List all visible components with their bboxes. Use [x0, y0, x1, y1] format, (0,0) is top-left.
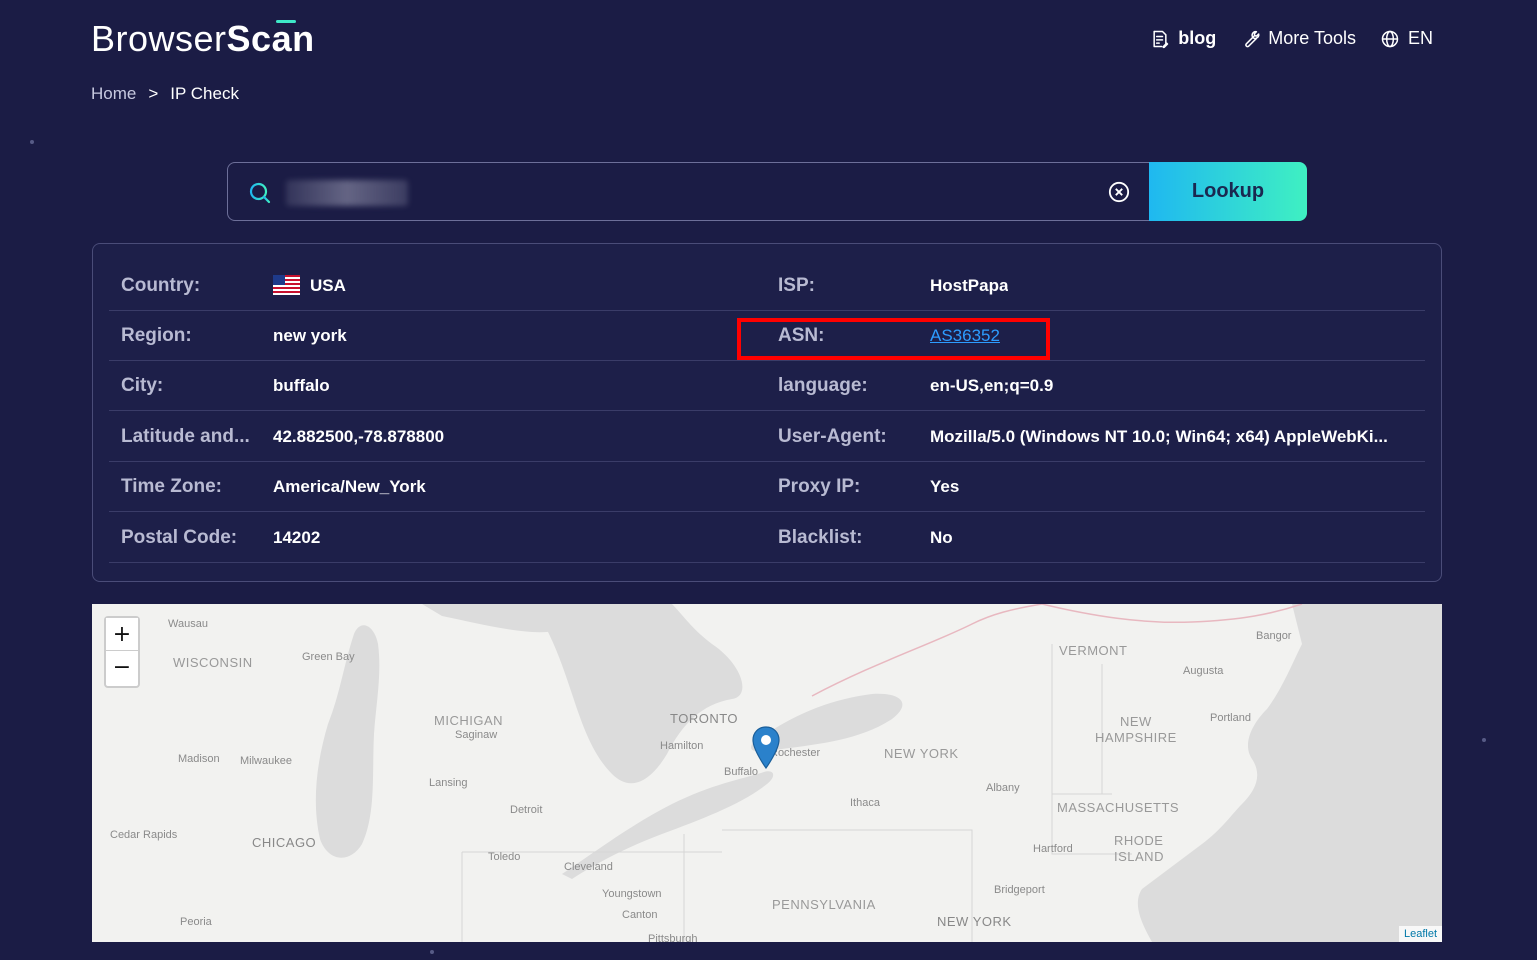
asn-link[interactable]: AS36352: [930, 326, 1000, 345]
map-attribution[interactable]: Leaflet: [1398, 926, 1442, 942]
info-row-3: City: buffalo language: en-US,en;q=0.9: [109, 361, 1425, 411]
latlon-value: 42.882500,-78.878800: [273, 427, 445, 446]
country-label: Country:: [121, 275, 201, 296]
user-agent-value: Mozilla/5.0 (Windows NT 10.0; Win64; x64…: [930, 427, 1388, 446]
region-label: Region:: [121, 325, 192, 346]
blacklist-value: No: [930, 528, 953, 547]
country-text: USA: [310, 276, 346, 295]
info-row-2: Region: new york ASN: AS36352: [109, 311, 1425, 361]
region-value: new york: [273, 326, 347, 345]
ip-search-box: [227, 162, 1151, 221]
nav-language-label: EN: [1407, 28, 1433, 48]
map-label: Portland: [1210, 712, 1251, 724]
language-value: en-US,en;q=0.9: [930, 376, 1054, 395]
map-label: Bridgeport: [994, 884, 1045, 896]
timezone-label: Time Zone:: [121, 476, 222, 497]
map-label: Canton: [622, 909, 658, 921]
map-base-layer: [315, 604, 1442, 942]
isp-label: ISP:: [778, 275, 815, 296]
ip-search-input[interactable]: [284, 175, 1144, 209]
globe-icon: [1381, 30, 1399, 47]
map-label: Toledo: [488, 851, 521, 863]
proxy-ip-value: Yes: [930, 477, 960, 496]
nav-language[interactable]: EN: [1380, 28, 1433, 49]
map-label: Cedar Rapids: [110, 829, 178, 841]
map-label: Saginaw: [455, 729, 498, 741]
timezone-value: America/New_York: [273, 477, 426, 496]
breadcrumb-home[interactable]: Home: [91, 84, 136, 104]
map-label: VERMONT: [1059, 643, 1128, 658]
zoom-control: + −: [104, 616, 140, 688]
breadcrumb-current: IP Check: [170, 84, 239, 103]
zoom-out-button[interactable]: −: [106, 651, 138, 684]
user-agent-label: User-Agent:: [778, 426, 887, 447]
map-label: Wausau: [168, 618, 208, 630]
map-label: HAMPSHIRE: [1095, 730, 1177, 745]
nav-blog[interactable]: blog: [1150, 28, 1216, 49]
info-row-4: Latitude and... 42.882500,-78.878800 Use…: [109, 412, 1425, 462]
proxy-ip-label: Proxy IP:: [778, 476, 861, 497]
map-label: MICHIGAN: [434, 713, 503, 728]
info-row-1: Country: USA ISP: HostPapa: [109, 261, 1425, 311]
ip-info-panel: Country: USA ISP: HostPapa Region: new y…: [92, 243, 1442, 582]
zoom-in-button[interactable]: +: [106, 618, 138, 651]
postal-code-value: 14202: [273, 528, 321, 547]
postal-code-label: Postal Code:: [121, 527, 238, 548]
map-label: Detroit: [510, 804, 543, 816]
logo-text-browser: Browser: [91, 18, 227, 59]
nav-more-tools[interactable]: More Tools: [1240, 28, 1356, 49]
lookup-button[interactable]: Lookup: [1149, 162, 1307, 221]
map-label: ISLAND: [1114, 849, 1164, 864]
map-label: Madison: [178, 753, 220, 765]
redacted-ip-value: [286, 180, 408, 206]
map-label: CHICAGO: [252, 835, 317, 850]
map-label: Bangor: [1256, 630, 1292, 642]
map-label: TORONTO: [670, 711, 739, 726]
map-label: Hartford: [1033, 843, 1073, 855]
info-row-6: Postal Code: 14202 Blacklist: No: [109, 513, 1425, 563]
isp-value: HostPapa: [930, 276, 1009, 295]
city-value: buffalo: [273, 376, 330, 395]
search-icon: [249, 182, 271, 204]
map-label: WISCONSIN: [173, 655, 253, 670]
city-label: City:: [121, 375, 164, 396]
map-label: NEW: [1120, 714, 1152, 729]
map-label: Augusta: [1183, 665, 1224, 677]
nav-more-tools-label: More Tools: [1268, 28, 1356, 48]
map-label: Albany: [986, 782, 1020, 794]
clear-icon[interactable]: [1108, 181, 1130, 203]
map-label: Peoria: [180, 916, 212, 928]
map-label: PENNSYLVANIA: [772, 897, 876, 912]
map-pin-icon[interactable]: [752, 726, 780, 770]
map-label: Pittsburgh: [648, 933, 698, 942]
map-label: Hamilton: [660, 740, 704, 752]
blacklist-label: Blacklist:: [778, 527, 863, 548]
map-label: NEW YORK: [937, 914, 1012, 929]
country-value: USA: [273, 261, 346, 311]
map-label: Cleveland: [564, 861, 613, 873]
top-nav: blog More Tools EN: [1150, 28, 1433, 49]
breadcrumb-separator: >: [148, 84, 159, 103]
map-label: Green Bay: [302, 651, 355, 663]
map-label: NEW YORK: [884, 746, 959, 761]
map-label: MASSACHUSETTS: [1057, 800, 1180, 815]
document-icon: [1153, 30, 1169, 48]
wrench-icon: [1245, 30, 1260, 47]
asn-value: AS36352: [930, 311, 1000, 361]
info-row-5: Time Zone: America/New_York Proxy IP: Ye…: [109, 462, 1425, 512]
us-flag-icon: [273, 275, 300, 296]
latlon-label: Latitude and...: [121, 426, 250, 447]
logo-text-scan: Scan: [226, 18, 315, 59]
language-label: language:: [778, 375, 868, 396]
nav-blog-label: blog: [1178, 28, 1217, 48]
asn-label: ASN:: [778, 325, 825, 346]
map-label: Lansing: [429, 777, 468, 789]
map-label: RHODE: [1114, 833, 1164, 848]
map-label: Youngstown: [602, 888, 662, 900]
location-map[interactable]: + − Wausau WISCONSIN Green Bay MICHIGAN …: [92, 604, 1442, 942]
browserscan-logo[interactable]: BrowserScan: [91, 18, 315, 60]
breadcrumb: Home > IP Check: [91, 84, 239, 104]
map-label: Milwaukee: [240, 755, 292, 767]
map-label: Ithaca: [850, 797, 880, 809]
